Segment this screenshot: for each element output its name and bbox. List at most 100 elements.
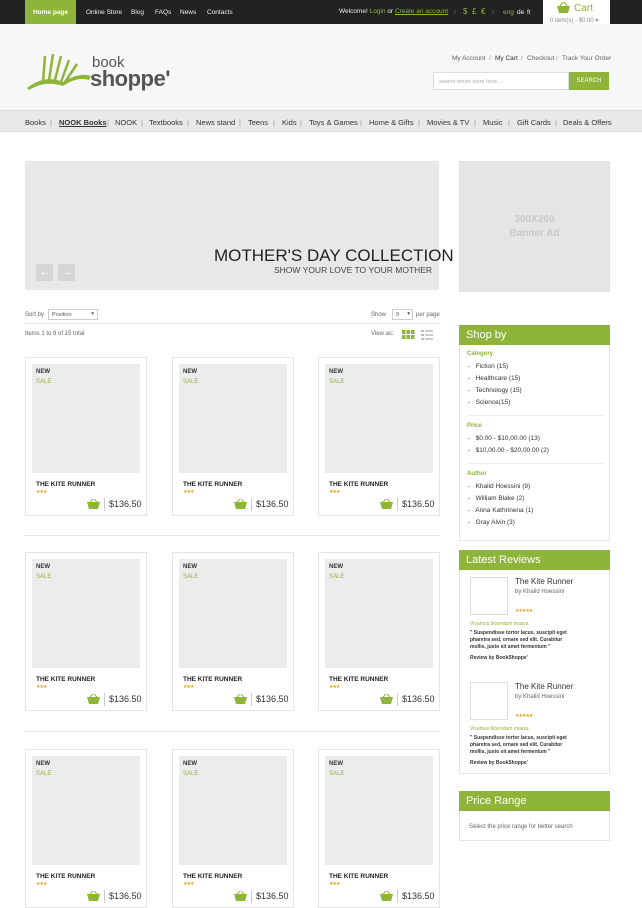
add-to-cart-basket-icon[interactable] bbox=[380, 694, 393, 704]
cat-deals-offers[interactable]: Deals & Offers bbox=[563, 118, 612, 127]
filter-author-anna[interactable]: - Anna Kathrinena (1) bbox=[468, 507, 533, 514]
cat-movies-tv[interactable]: Movies & TV bbox=[427, 118, 469, 127]
banner-ad-label: 300X260 Banner Ad bbox=[459, 213, 610, 241]
price-heading: Price bbox=[467, 423, 482, 429]
product-title[interactable]: THE KITE RUNNER bbox=[36, 481, 95, 488]
filter-label: Anna Kathrinena (1) bbox=[475, 507, 534, 514]
filter-label: Fiction (15) bbox=[475, 363, 509, 370]
sale-badge: SALE bbox=[183, 771, 199, 777]
product-title[interactable]: THE KITE RUNNER bbox=[329, 676, 388, 683]
product-card[interactable]: NEW SALE THE KITE RUNNER ★★★ $136.50 bbox=[318, 749, 440, 908]
new-badge: NEW bbox=[36, 369, 50, 375]
add-to-cart-basket-icon[interactable] bbox=[234, 891, 247, 901]
currency-dollar[interactable]: $ bbox=[463, 7, 467, 16]
filter-price-high[interactable]: - $10,00.00 - $20,00.00 (2) bbox=[468, 447, 549, 454]
product-price: $136.50 bbox=[109, 499, 142, 509]
add-to-cart-basket-icon[interactable] bbox=[234, 694, 247, 704]
cat-nook[interactable]: NOOK bbox=[115, 118, 137, 127]
banner-next-arrow-icon[interactable]: → bbox=[58, 264, 75, 281]
add-to-cart-basket-icon[interactable] bbox=[380, 891, 393, 901]
nav-contacts[interactable]: Contacts bbox=[207, 9, 233, 16]
rating-stars-icon: ★★★ bbox=[36, 489, 47, 495]
review-headline: Vivamus bibendum massa bbox=[470, 726, 529, 732]
nav-faqs[interactable]: FAQs bbox=[155, 9, 171, 16]
my-account-link[interactable]: My Account bbox=[452, 55, 486, 62]
product-title[interactable]: THE KITE RUNNER bbox=[36, 676, 95, 683]
checkout-link[interactable]: Checkout bbox=[527, 55, 554, 62]
lang-fr[interactable]: fr bbox=[527, 9, 531, 16]
divider: | bbox=[418, 118, 420, 127]
track-order-link[interactable]: Track Your Order bbox=[562, 55, 611, 62]
product-title[interactable]: THE KITE RUNNER bbox=[183, 676, 242, 683]
my-cart-link[interactable]: My Cart bbox=[495, 55, 518, 62]
add-to-cart-basket-icon[interactable] bbox=[87, 694, 100, 704]
cat-books[interactable]: Books bbox=[25, 118, 46, 127]
review-book-image[interactable] bbox=[470, 577, 508, 615]
lang-eng[interactable]: eng bbox=[503, 9, 514, 16]
search-input[interactable]: search entire store here... bbox=[433, 72, 569, 90]
create-account-link[interactable]: Create an account bbox=[395, 8, 448, 15]
nav-online-store[interactable]: Online Store bbox=[86, 9, 122, 16]
cat-toys-games[interactable]: Toys & Games bbox=[309, 118, 358, 127]
filter-science[interactable]: - Science(15) bbox=[468, 399, 510, 406]
nav-blog[interactable]: Blog bbox=[131, 9, 144, 16]
add-to-cart-basket-icon[interactable] bbox=[87, 499, 100, 509]
product-card[interactable]: NEW SALE THE KITE RUNNER ★★★ $136.50 bbox=[318, 552, 440, 711]
filter-author-gray[interactable]: - Gray Alvin (3) bbox=[468, 519, 515, 526]
cat-home-gifts[interactable]: Home & Gifts bbox=[369, 118, 414, 127]
product-card[interactable]: NEW SALE THE KITE RUNNER ★★★ $136.50 bbox=[25, 552, 147, 711]
sort-select[interactable]: Position ▾ bbox=[48, 309, 98, 320]
currency-euro[interactable]: € bbox=[481, 7, 485, 16]
review-quote-line: pharetra sed, ornare sed elit. Curabitur bbox=[470, 742, 563, 748]
cart-summary[interactable]: 0 item(s) - $0.00 ▾ bbox=[550, 17, 598, 24]
cat-gift-cards[interactable]: Gift Cards bbox=[517, 118, 551, 127]
cat-teens[interactable]: Teens bbox=[248, 118, 268, 127]
divider: | bbox=[508, 118, 510, 127]
review-footer: Review by BookShoppe' bbox=[470, 655, 528, 661]
add-to-cart-basket-icon[interactable] bbox=[87, 891, 100, 901]
product-card[interactable]: NEW SALE THE KITE RUNNER ★★★ $136.50 bbox=[25, 749, 147, 908]
review-book-title[interactable]: The Kite Runner bbox=[515, 577, 573, 586]
cart-label[interactable]: Cart bbox=[574, 3, 593, 14]
currency-pound[interactable]: £ bbox=[472, 7, 476, 16]
show-select[interactable]: 9 ▾ bbox=[392, 309, 413, 320]
cat-music[interactable]: Music bbox=[483, 118, 503, 127]
per-page-label: per page bbox=[416, 312, 440, 318]
product-title[interactable]: THE KITE RUNNER bbox=[329, 873, 388, 880]
add-to-cart-basket-icon[interactable] bbox=[380, 499, 393, 509]
product-title[interactable]: THE KITE RUNNER bbox=[183, 873, 242, 880]
cat-textbooks[interactable]: Textbooks bbox=[149, 118, 183, 127]
filter-healthcare[interactable]: - Healthcare (15) bbox=[468, 375, 520, 382]
filter-technology[interactable]: - Technology (15) bbox=[468, 387, 522, 394]
cat-kids[interactable]: Kids bbox=[282, 118, 297, 127]
review-book-title[interactable]: The Kite Runner bbox=[515, 682, 573, 691]
lang-de[interactable]: de bbox=[517, 9, 524, 16]
product-card[interactable]: NEW SALE THE KITE RUNNER ★★★ $136.50 bbox=[25, 357, 147, 516]
filter-fiction[interactable]: - Fiction (15) bbox=[468, 363, 508, 370]
cat-news-stand[interactable]: News stand bbox=[196, 118, 235, 127]
product-card[interactable]: NEW SALE THE KITE RUNNER ★★★ $136.50 bbox=[172, 357, 294, 516]
book-logo-icon[interactable] bbox=[25, 52, 93, 92]
add-to-cart-basket-icon[interactable] bbox=[234, 499, 247, 509]
product-title[interactable]: THE KITE RUNNER bbox=[329, 481, 388, 488]
cat-nook-books[interactable]: NOOK Books bbox=[59, 118, 107, 127]
list-view-icon[interactable] bbox=[421, 330, 433, 340]
filter-author-khalid[interactable]: - Khalid Hoessini (9) bbox=[468, 483, 530, 490]
filter-author-william[interactable]: - William Blake (2) bbox=[468, 495, 524, 502]
login-link[interactable]: Login bbox=[370, 8, 386, 15]
product-card[interactable]: NEW SALE THE KITE RUNNER ★★★ $136.50 bbox=[172, 552, 294, 711]
nav-news[interactable]: News bbox=[180, 9, 196, 16]
sale-badge: SALE bbox=[36, 574, 52, 580]
review-book-image[interactable] bbox=[470, 682, 508, 720]
banner-prev-arrow-icon[interactable]: ← bbox=[36, 264, 53, 281]
category-heading: Category bbox=[467, 351, 494, 357]
grid-view-icon[interactable] bbox=[402, 330, 415, 340]
filter-price-low[interactable]: - $0.00 - $10,00.00 (13) bbox=[468, 435, 540, 442]
product-card[interactable]: NEW SALE THE KITE RUNNER ★★★ $136.50 bbox=[318, 357, 440, 516]
search-button[interactable]: SEARCH bbox=[569, 72, 609, 90]
product-card[interactable]: NEW SALE THE KITE RUNNER ★★★ $136.50 bbox=[172, 749, 294, 908]
product-title[interactable]: THE KITE RUNNER bbox=[183, 481, 242, 488]
chevron-down-icon: ▾ bbox=[91, 311, 94, 317]
review-book-author: by Khalid Hoessini bbox=[515, 694, 565, 700]
product-title[interactable]: THE KITE RUNNER bbox=[36, 873, 95, 880]
